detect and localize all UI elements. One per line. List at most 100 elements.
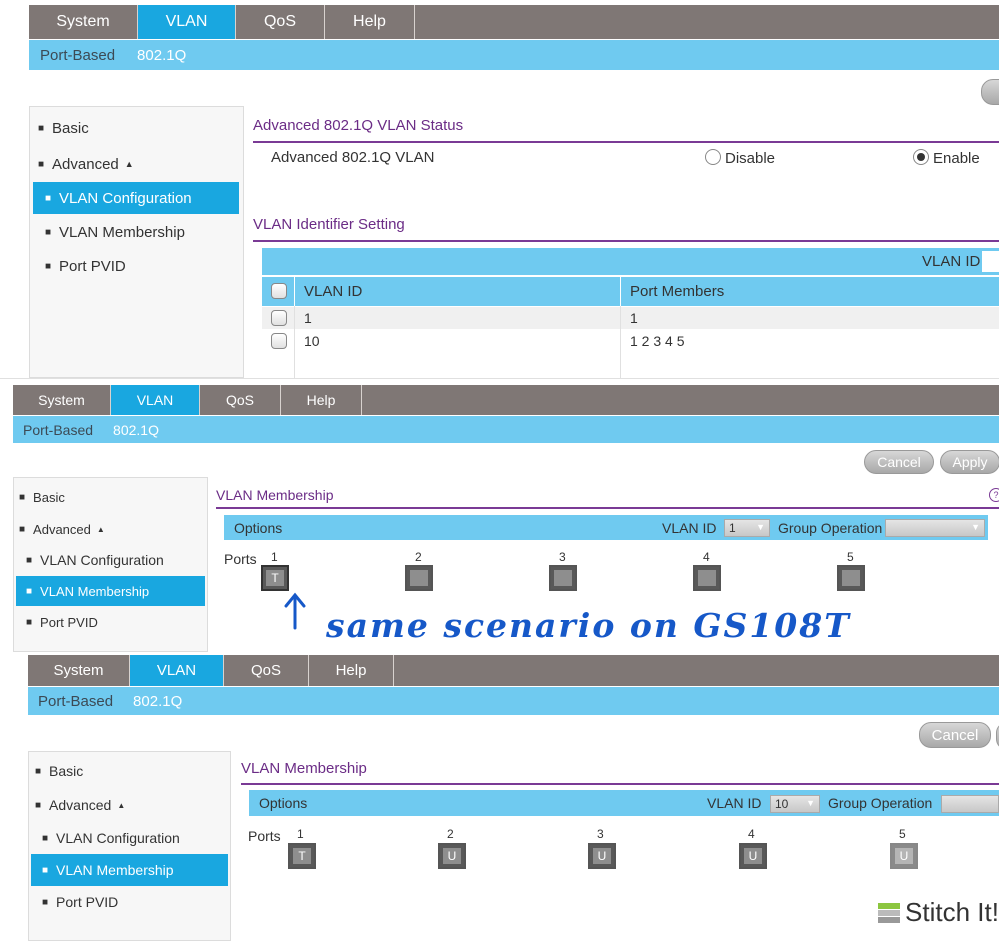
- options-label: Options: [234, 519, 283, 536]
- chevron-up-icon: ▲: [96, 524, 105, 534]
- vlan-id-label: VLAN ID: [662, 519, 717, 536]
- help-icon[interactable]: ?: [989, 488, 999, 502]
- port-number: 5: [847, 550, 854, 564]
- disable-radio[interactable]: [705, 149, 721, 165]
- row-vlan-id: 1: [304, 310, 312, 326]
- top-nav-3: System VLAN QoS Help: [28, 655, 999, 686]
- subtab-port-based[interactable]: Port-Based: [23, 422, 93, 438]
- group-operation-select[interactable]: [941, 795, 999, 813]
- subtab-8021q[interactable]: 802.1Q: [133, 693, 182, 710]
- vlan-id-input[interactable]: [982, 251, 999, 272]
- tab-qos[interactable]: QoS: [200, 385, 281, 415]
- enable-radio[interactable]: [913, 149, 929, 165]
- col-vlan-id: VLAN ID: [304, 283, 363, 300]
- vlan-id-select[interactable]: 1 ▼: [724, 519, 770, 537]
- tab-help[interactable]: Help: [325, 5, 415, 39]
- select-all-checkbox[interactable]: [271, 283, 287, 299]
- port-2-icon[interactable]: [405, 565, 433, 591]
- subtab-port-based[interactable]: Port-Based: [40, 47, 115, 64]
- port-3-icon[interactable]: U: [588, 843, 616, 869]
- port-2-icon[interactable]: U: [438, 843, 466, 869]
- membership-title: VLAN Membership: [216, 487, 334, 503]
- membership-underline: [216, 507, 999, 509]
- tab-qos[interactable]: QoS: [236, 5, 325, 39]
- vlan-id-label: VLAN ID: [707, 795, 762, 811]
- sub-nav-2: Port-Based 802.1Q: [13, 416, 999, 443]
- sidebar-item-vlan-membership[interactable]: ■ VLAN Membership: [16, 576, 205, 606]
- sidebar-item-vlan-membership[interactable]: ■ VLAN Membership: [30, 216, 243, 248]
- membership-underline: [241, 783, 999, 785]
- sidebar-item-vlan-configuration[interactable]: ■ VLAN Configuration: [14, 544, 207, 576]
- subtab-port-based[interactable]: Port-Based: [38, 693, 113, 710]
- sidebar-3: ■ Basic ■ Advanced ▲ ■ VLAN Configuration ■ V…: [28, 751, 231, 941]
- row-vlan-id: 10: [304, 333, 320, 349]
- status-underline: [253, 141, 999, 143]
- partial-button[interactable]: [981, 79, 999, 105]
- screenshot-separator: [0, 378, 999, 379]
- membership-title: VLAN Membership: [241, 760, 367, 777]
- port-4-icon[interactable]: U: [739, 843, 767, 869]
- chevron-down-icon: ▼: [971, 522, 980, 532]
- port-number: 5: [899, 827, 906, 841]
- port-3-icon[interactable]: [549, 565, 577, 591]
- stitch-logo-icon: [878, 903, 900, 923]
- subtab-8021q[interactable]: 802.1Q: [137, 47, 186, 64]
- sidebar-item-port-pvid[interactable]: ■ Port PVID: [14, 606, 207, 638]
- sidebar-item-vlan-configuration[interactable]: ■ VLAN Configuration: [33, 182, 239, 214]
- sub-nav-1: Port-Based 802.1Q: [29, 40, 999, 70]
- sidebar-item-advanced[interactable]: ■ Advanced ▲: [14, 513, 207, 545]
- sidebar-item-basic[interactable]: ■ Basic: [29, 755, 230, 787]
- table-row: 1 1: [262, 307, 999, 329]
- ports-label: Ports: [248, 828, 281, 844]
- table-header: VLAN ID Port Members: [262, 277, 999, 306]
- col-port-members: Port Members: [630, 283, 725, 300]
- tab-vlan[interactable]: VLAN: [130, 655, 224, 686]
- sidebar-item-vlan-configuration[interactable]: ■ VLAN Configuration: [29, 822, 230, 854]
- tab-vlan[interactable]: VLAN: [138, 5, 236, 39]
- vlan-id-bar-label: VLAN ID: [922, 253, 981, 270]
- tab-system[interactable]: System: [13, 385, 111, 415]
- sidebar-1: ■ Basic ■ Advanced ▲ ■ VLAN Configuration ■ V…: [29, 106, 244, 378]
- port-number: 3: [597, 827, 604, 841]
- subtab-8021q[interactable]: 802.1Q: [113, 422, 159, 438]
- row-checkbox[interactable]: [271, 310, 287, 326]
- options-bar: Options VLAN ID Group Operation: [224, 515, 988, 540]
- apply-button[interactable]: Apply: [940, 450, 999, 474]
- cancel-button[interactable]: Cancel: [919, 722, 991, 748]
- port-5-icon[interactable]: U: [890, 843, 918, 869]
- tab-system[interactable]: System: [29, 5, 138, 39]
- tab-system[interactable]: System: [28, 655, 130, 686]
- cancel-button[interactable]: Cancel: [864, 450, 934, 474]
- vlan-id-select[interactable]: 10 ▼: [770, 795, 820, 813]
- port-1-icon[interactable]: T: [288, 843, 316, 869]
- port-number: 1: [297, 827, 304, 841]
- sidebar-item-port-pvid[interactable]: ■ Port PVID: [29, 886, 230, 918]
- sidebar-item-vlan-membership[interactable]: ■ VLAN Membership: [31, 854, 228, 886]
- group-operation-label: Group Operation: [828, 795, 933, 811]
- sidebar-item-basic[interactable]: ■ Basic: [30, 112, 243, 144]
- group-operation-select[interactable]: ▼: [885, 519, 985, 537]
- top-nav-1: System VLAN QoS Help: [29, 5, 999, 39]
- table-column-divider: [620, 306, 621, 378]
- sub-nav-3: Port-Based 802.1Q: [28, 687, 999, 715]
- vlan-id-bar: VLAN ID: [262, 248, 999, 275]
- options-label: Options: [259, 795, 308, 811]
- port-number: 3: [559, 550, 566, 564]
- tab-qos[interactable]: QoS: [224, 655, 309, 686]
- port-5-icon[interactable]: [837, 565, 865, 591]
- port-1-icon[interactable]: T: [261, 565, 289, 591]
- table-column-divider: [294, 306, 295, 378]
- port-number: 2: [447, 827, 454, 841]
- port-4-icon[interactable]: [693, 565, 721, 591]
- sidebar-item-basic[interactable]: ■ Basic: [14, 481, 207, 513]
- tab-help[interactable]: Help: [281, 385, 362, 415]
- sidebar-item-advanced[interactable]: ■ Advanced ▲: [30, 148, 243, 180]
- ports-label: Ports: [224, 551, 257, 567]
- port-number: 4: [703, 550, 710, 564]
- sidebar-item-advanced[interactable]: ■ Advanced ▲: [29, 789, 230, 821]
- group-operation-label: Group Operation: [778, 519, 883, 536]
- tab-help[interactable]: Help: [309, 655, 394, 686]
- tab-vlan[interactable]: VLAN: [111, 385, 200, 415]
- row-checkbox[interactable]: [271, 333, 287, 349]
- sidebar-item-port-pvid[interactable]: ■ Port PVID: [30, 250, 243, 282]
